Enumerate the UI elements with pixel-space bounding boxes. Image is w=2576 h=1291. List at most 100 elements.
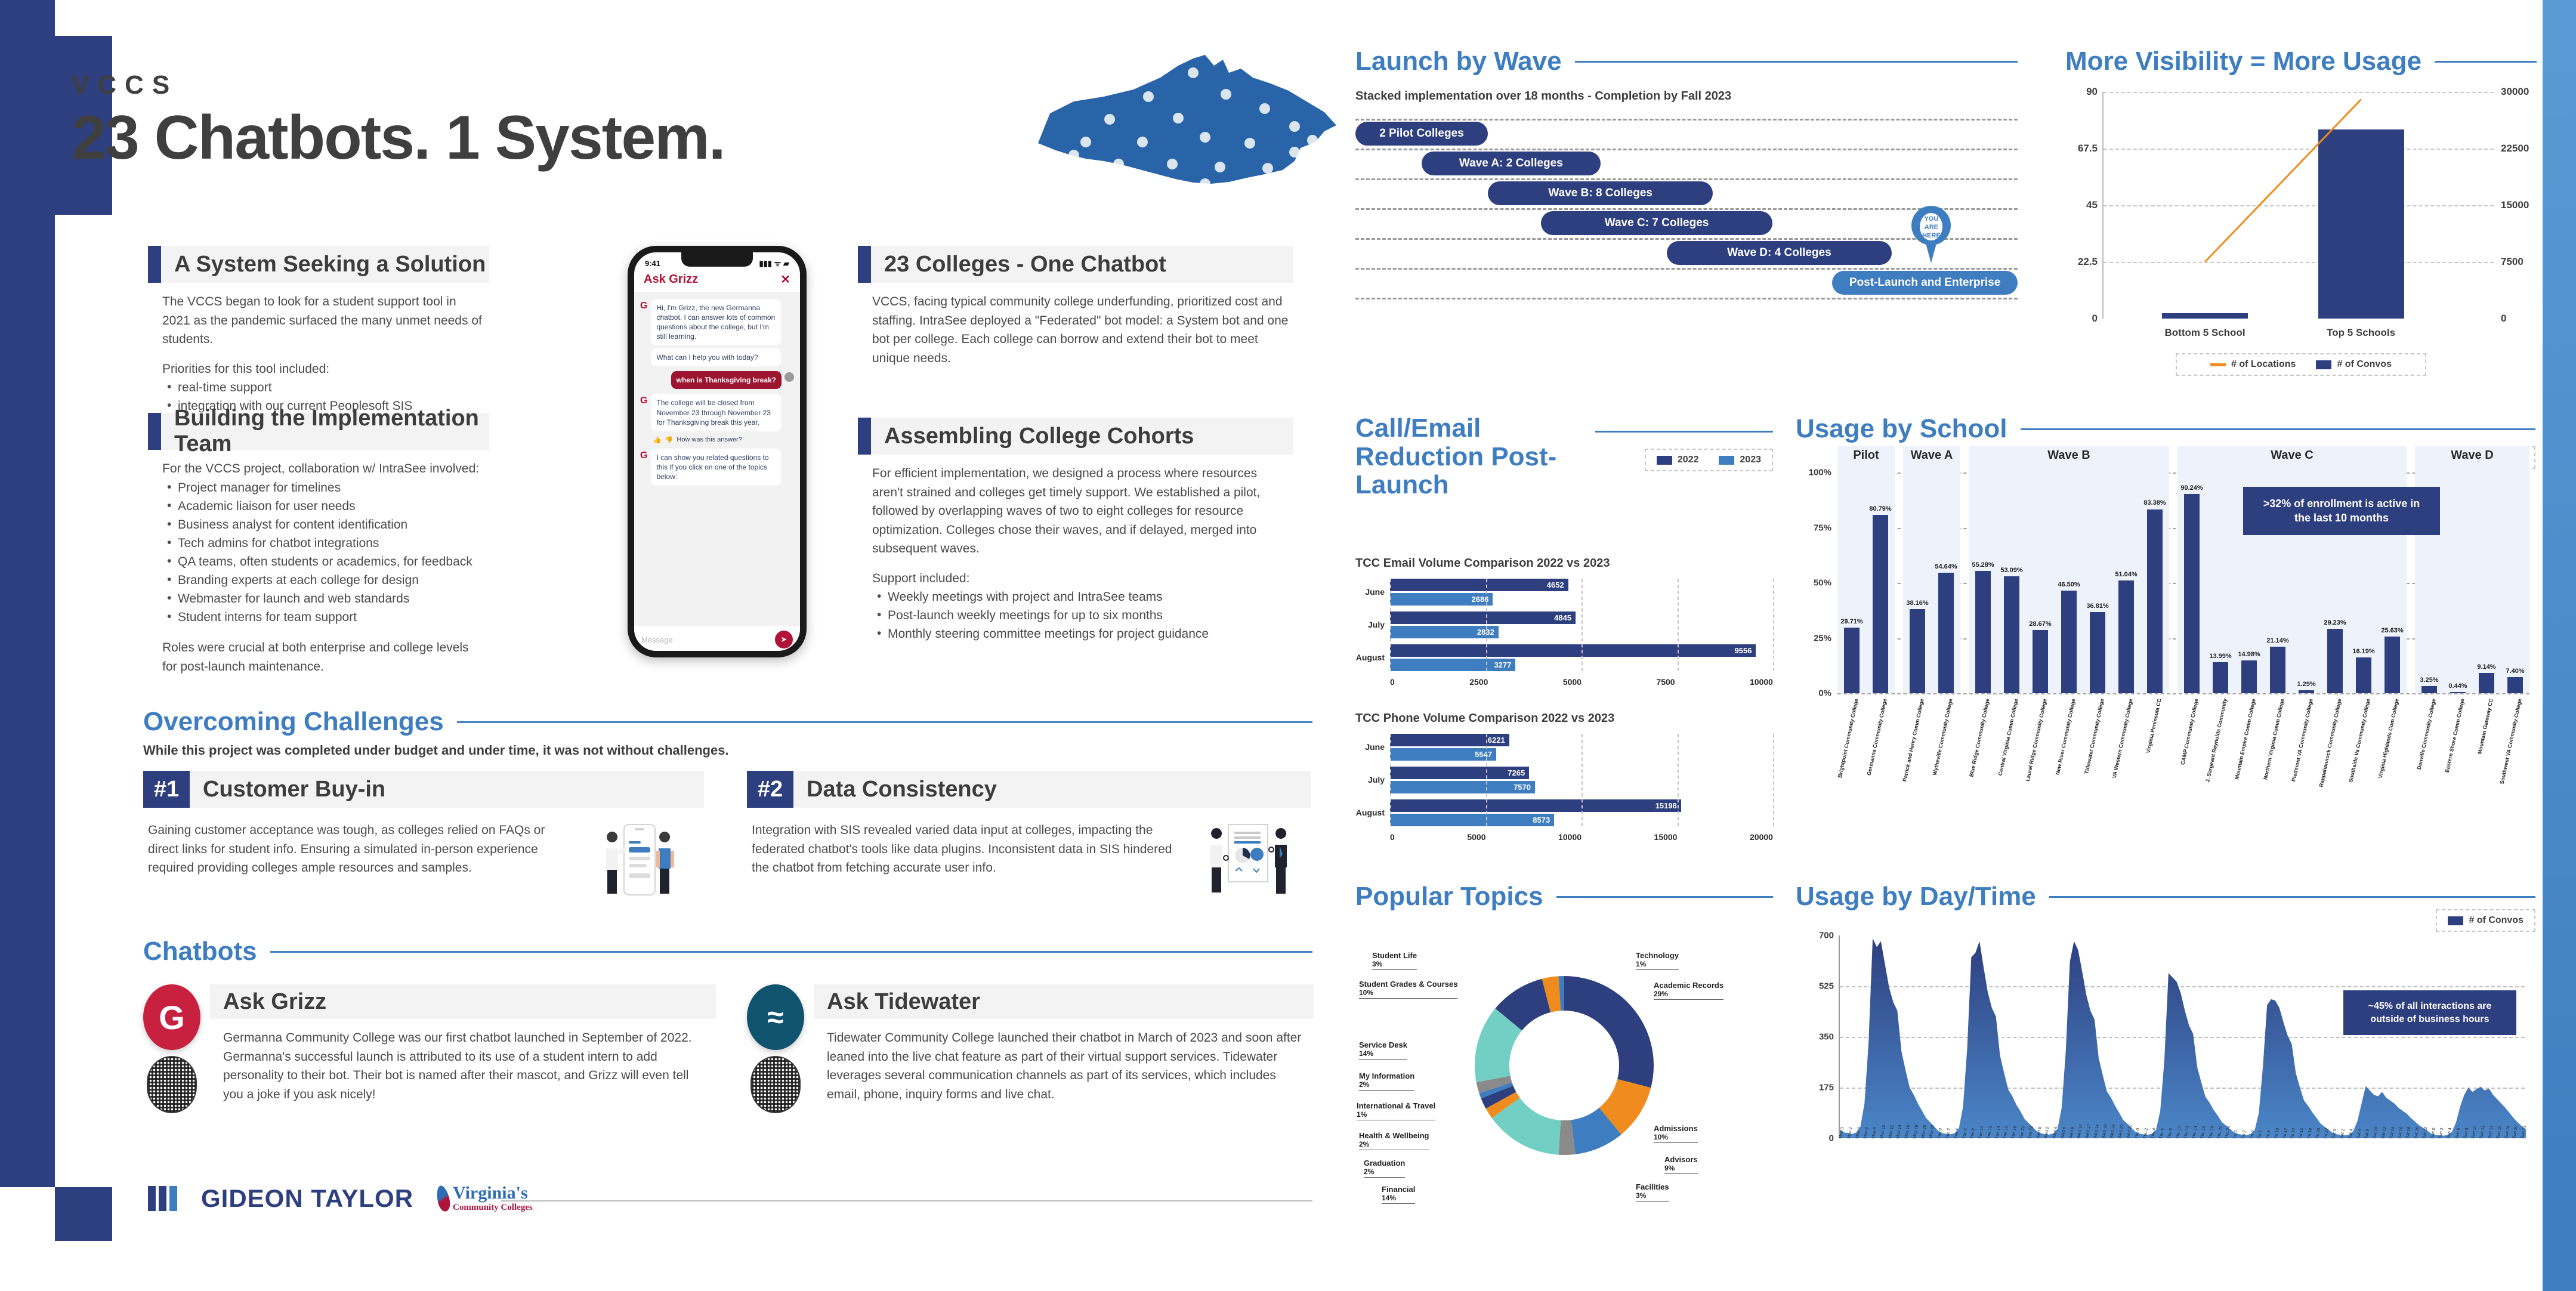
y-tick-label: 100%: [1808, 467, 1831, 478]
donut-label: Service Desk 14%: [1359, 1040, 1407, 1060]
y-tick-right: 15000: [2501, 199, 2529, 211]
section-tab: [148, 246, 161, 283]
donut-label-text: Advisors: [1664, 1155, 1698, 1164]
bar-value-label: 36.81%: [2086, 602, 2109, 610]
chat-input-row[interactable]: Message ➤: [634, 626, 800, 651]
category-label: July: [1367, 775, 1385, 785]
bar: [2507, 677, 2524, 693]
call-email-legend: 2022 2023: [1644, 449, 1773, 471]
donut-label-pct: 29%: [1654, 990, 1669, 998]
grid-line: [1355, 298, 2018, 299]
legend-label: # of Locations: [2231, 359, 2296, 369]
donut-label: Financial 14%: [1382, 1185, 1416, 1204]
day-callout: ~45% of all interactions are outside of …: [2343, 990, 2516, 1036]
chat-transcript: G Hi, I'm Grizz, the new Germanna chatbo…: [634, 292, 800, 626]
donut-label-text: Student Grades & Courses: [1359, 980, 1458, 989]
legend-label: # of Convos: [2337, 359, 2392, 369]
phone-volume-chart: June 6221 5547 July 7265 7570 August 15198 8573 0…: [1355, 733, 1774, 842]
phone-chart-title: TCC Phone Volume Comparison 2022 vs 2023: [1355, 711, 1615, 725]
qr-code-grizz[interactable]: [147, 1056, 197, 1113]
grid-line: [1582, 578, 1583, 671]
school-plot-area: 0% 25% 50% 75% 100% Pilot 29.71% Brightpoint Co…: [1809, 446, 2529, 787]
donut-label-text: Admissions: [1654, 1124, 1698, 1133]
x-tick-label: Blue Ridge Community College: [1968, 698, 1991, 778]
donut-label-text: International & Travel: [1357, 1101, 1436, 1110]
x-tick-label: Rappahannock Community College: [2318, 698, 2343, 788]
y-tick-label: 25%: [1813, 633, 1831, 643]
heading-rule: [1595, 431, 1773, 433]
challenge-title-bar: #2 Data Consistency: [747, 771, 1311, 808]
section-implementation-team: Building the Implementation Team For the…: [148, 406, 489, 676]
x-axis: 0 2500 5000 7500 10000: [1390, 677, 1773, 687]
y-tick-left: 22.5: [2077, 256, 2098, 267]
section-assembling-college-cohorts: Assembling College Cohorts For efficient…: [858, 418, 1293, 643]
x-tick-label: Danville Community College: [2416, 698, 2437, 770]
close-icon[interactable]: ✕: [780, 272, 790, 287]
chatbot-card-grizz: G Ask Grizz Germanna Community College w…: [143, 984, 716, 1113]
chart-heading: Usage by School: [1796, 414, 2535, 444]
bar-value-label: 38.16%: [1906, 599, 1929, 607]
list-item: Branding experts at each college for des…: [162, 570, 486, 589]
gridlines: [1390, 733, 1774, 826]
legend-swatch: [1656, 455, 1672, 465]
y-tick-right: 22500: [2501, 143, 2529, 154]
x-tick-label: Central Virginia Comm College: [1997, 698, 2019, 777]
pin-label: YOU ARE HERE: [1920, 213, 1943, 240]
pin-tip: [1924, 237, 1939, 263]
y-tick-left: 0: [2092, 313, 2098, 324]
label-rule: [1636, 1201, 1669, 1202]
x-tick-label: 5000: [1467, 832, 1486, 842]
x-tick-label: 2500: [1469, 677, 1488, 687]
donut-label: Academic Records 29%: [1654, 981, 1724, 1000]
label-rule: [1654, 999, 1724, 1000]
chatbot-heading: Ask Grizz: [223, 989, 327, 1014]
donut-label-text: Technology: [1636, 951, 1679, 960]
gideon-taylor-wordmark: GIDEON TAYLOR: [201, 1184, 414, 1212]
phone-notch: [681, 252, 753, 267]
status-time: 9:41: [645, 258, 661, 268]
donut-label-text: Service Desk: [1359, 1040, 1407, 1049]
chatbots-heading: Chatbots: [143, 937, 1312, 966]
x-tick-label: VA Western Community College: [2111, 698, 2134, 779]
thumbs-up-icon[interactable]: 👍: [653, 436, 662, 444]
bar: [2089, 611, 2106, 693]
comparison-chart: June 6221 5547 July 7265 7570 August 15198 8573 0…: [1355, 733, 1774, 842]
chat-input-placeholder[interactable]: Message: [641, 635, 673, 644]
bar-value-label: 14.98%: [2238, 650, 2260, 658]
grid-line: [1677, 578, 1679, 671]
donut-label-text: Facilities: [1636, 1182, 1669, 1191]
message-bubble: I can show you related questions to this…: [651, 448, 782, 486]
y-tick-right: 30000: [2501, 86, 2529, 97]
donut-slice: [1564, 976, 1654, 1088]
donut-label-pct: 14%: [1359, 1049, 1374, 1058]
y-tick-right: 0: [2501, 313, 2507, 324]
donut-label: Technology 1%: [1636, 951, 1679, 970]
thumbs-down-icon[interactable]: 👎: [665, 436, 674, 444]
school-callout: >32% of enrollment is active in the last…: [2243, 487, 2440, 535]
section-heading: 23 Colleges - One Chatbot: [884, 251, 1166, 277]
y-tick-label: 350: [1818, 1031, 1834, 1042]
qr-code-tidewater[interactable]: [750, 1056, 801, 1113]
list-item: Project manager for timelines: [162, 477, 486, 497]
wave-pill: Wave A: 2 Colleges: [1422, 152, 1601, 175]
bar-value-label: 28.67%: [2029, 620, 2052, 628]
chatbot-body: Germanna Community College was our first…: [223, 1031, 692, 1101]
x-tick-label: Laurel Ridge Community College: [2024, 698, 2048, 782]
wave-plot-area: 2 Pilot Colleges Wave A: 2 Colleges Wave B…: [1355, 119, 2018, 299]
gridlines: [1390, 578, 1774, 671]
grid-line: [1485, 578, 1487, 671]
grid-line: [1390, 733, 1391, 826]
group-label: Wave C: [2271, 449, 2314, 462]
x-tick-label: Patrick and Henry Comm College: [1901, 698, 1925, 783]
bar-value-label: 16.19%: [2352, 648, 2375, 656]
grid-line: [1355, 268, 2018, 270]
bar: [2421, 685, 2438, 693]
x-tick-label: 0: [1390, 832, 1395, 842]
label-rule: [1654, 1142, 1698, 1143]
legend-item-2022: 2022: [1656, 455, 1698, 465]
team-roles-list: Project manager for timelines Academic l…: [162, 477, 486, 627]
challenge-card-2: #2 Data Consistency Integration with SIS…: [747, 771, 1311, 898]
send-icon[interactable]: ➤: [775, 631, 793, 648]
donut-label: Health & Wellbeing 2%: [1359, 1131, 1429, 1150]
label-rule: [1359, 998, 1458, 999]
